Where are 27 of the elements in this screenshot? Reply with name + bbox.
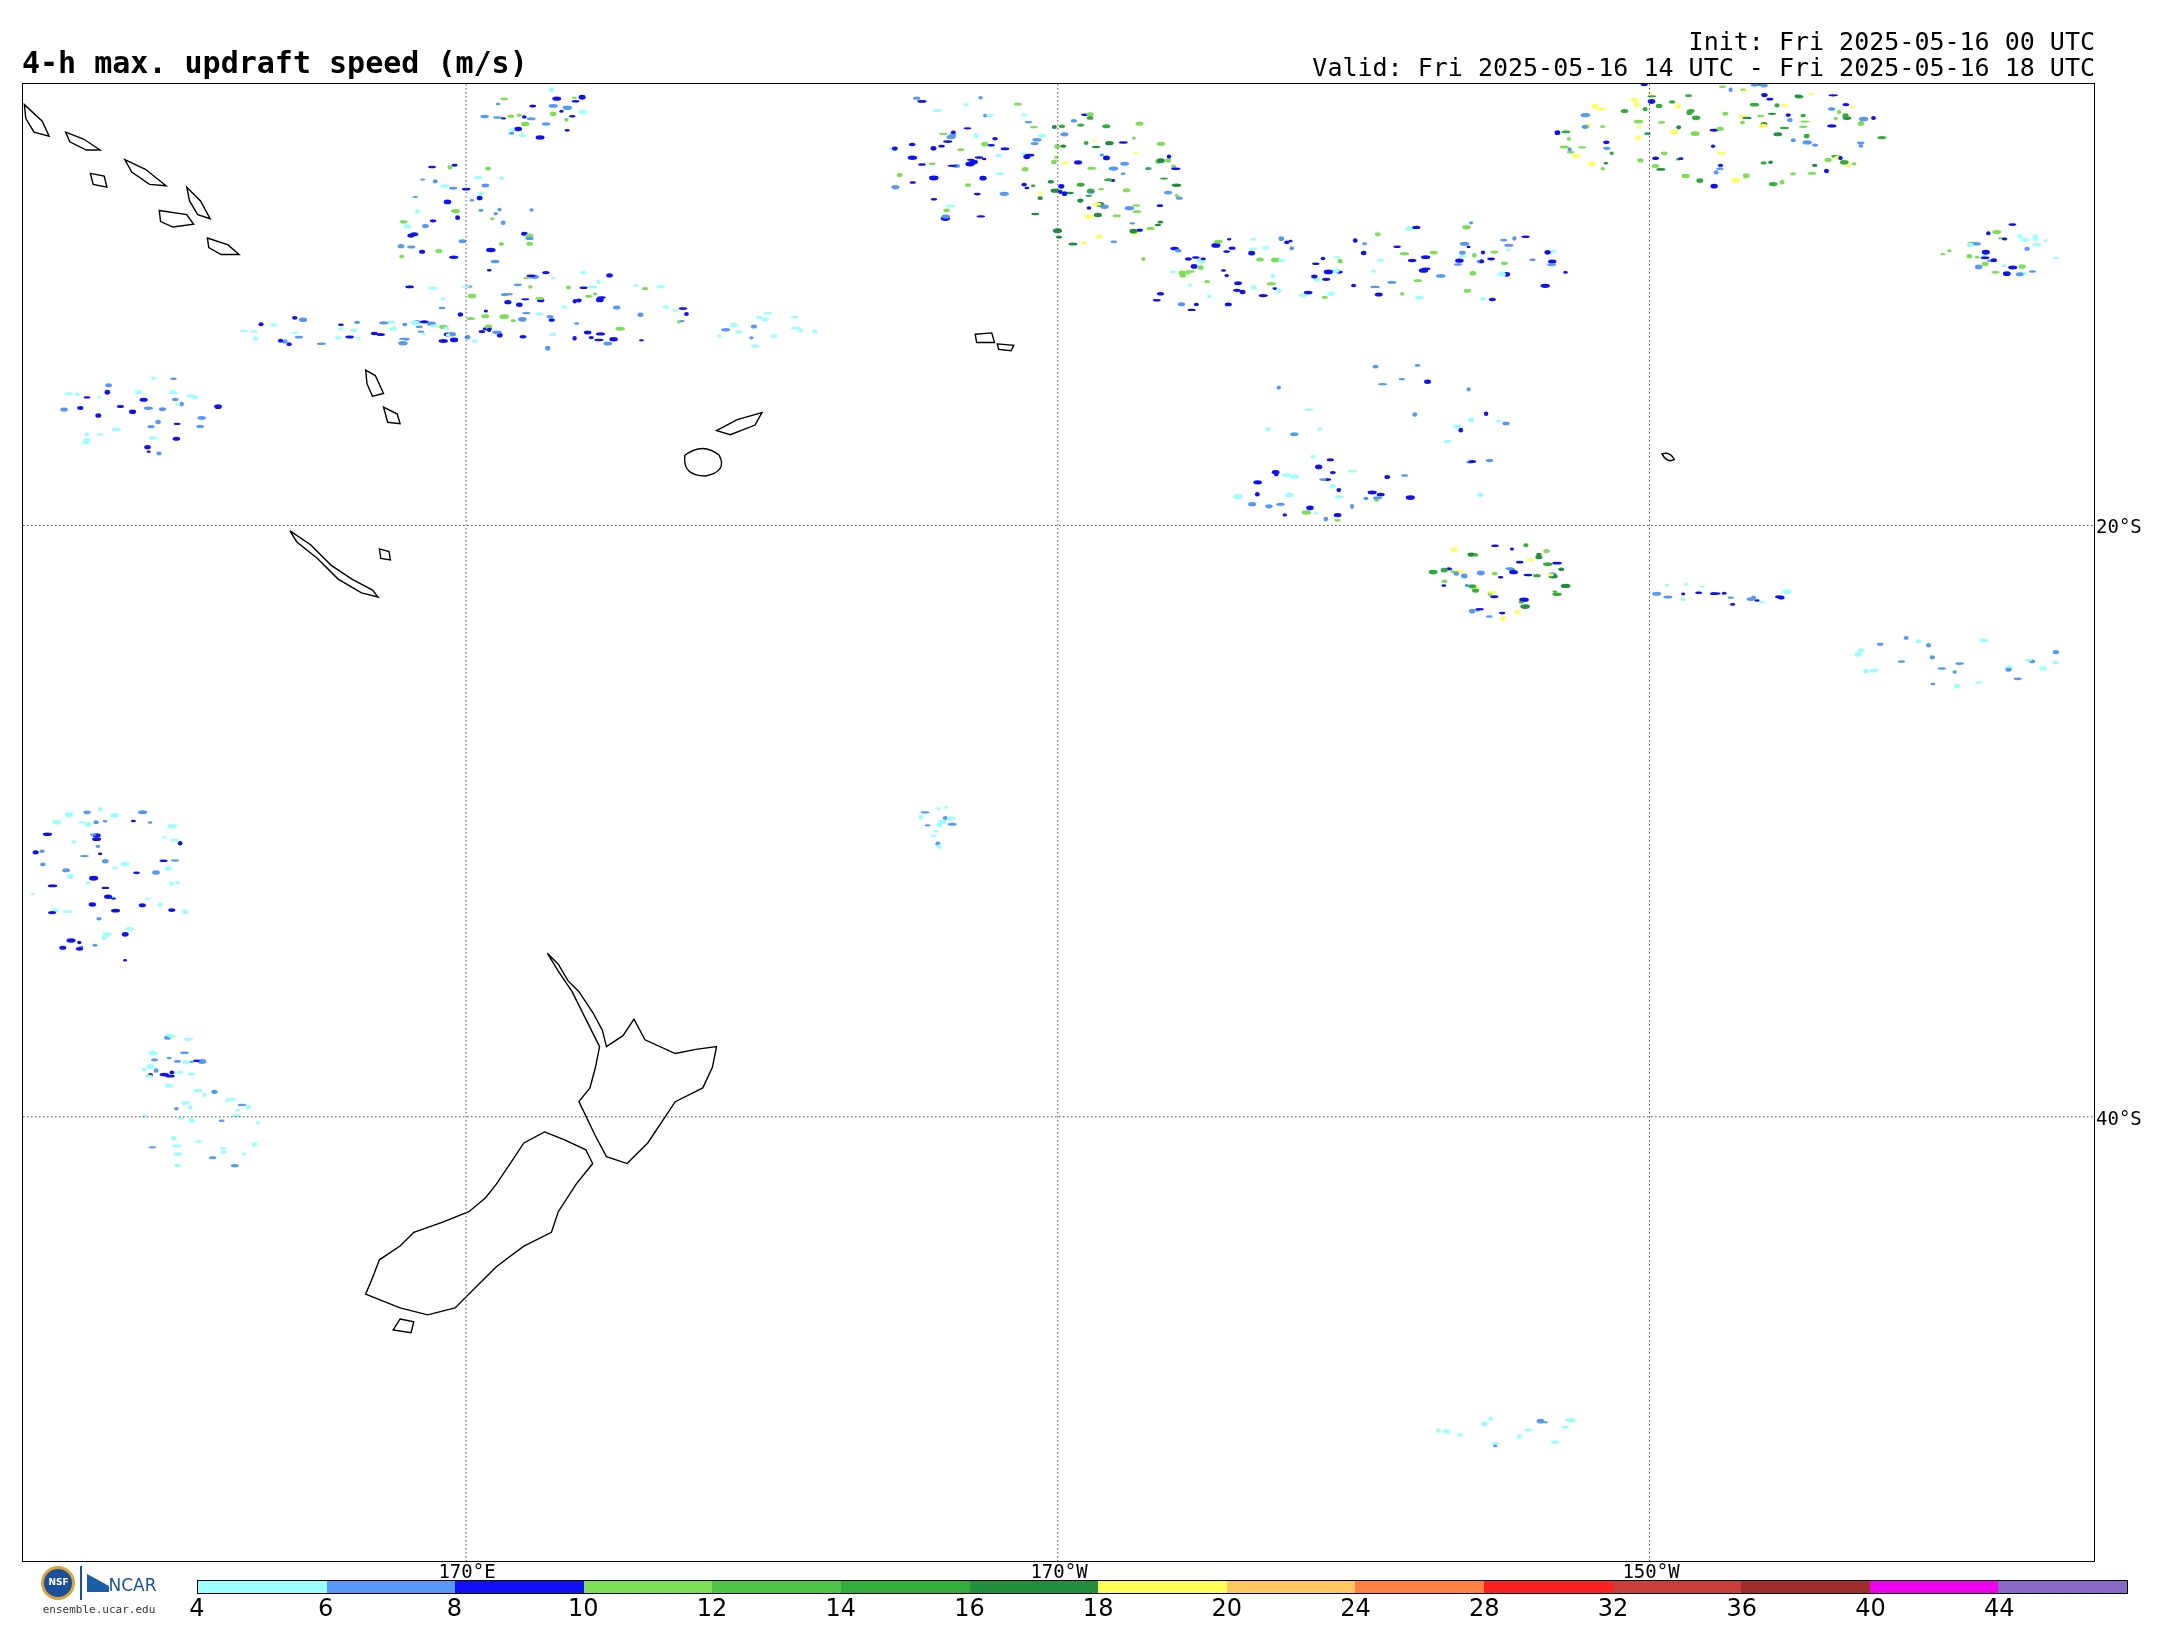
colorbar-label: 44 — [1984, 1596, 2015, 1620]
colorbar-label: 18 — [1082, 1596, 1114, 1620]
colorbar-label: 20 — [1211, 1596, 1243, 1620]
longitude-label: 170°E — [438, 1562, 496, 1581]
longitude-label: 170°W — [1030, 1562, 1088, 1581]
colorbar-label: 36 — [1726, 1596, 1758, 1620]
colorbar-label: 6 — [318, 1596, 334, 1620]
colorbar-label: 32 — [1597, 1596, 1629, 1620]
nsf-seal-logo: NSF — [41, 1566, 76, 1600]
chart-title: 4-h max. updraft speed (m/s) — [22, 48, 528, 82]
website-url: ensemble.ucar.edu — [42, 1602, 156, 1618]
init-time: Init: Fri 2025-05-16 00 UTC — [1688, 29, 2095, 55]
colorbar-label: 4 — [189, 1596, 205, 1620]
latitude-label: 20°S — [2096, 516, 2142, 536]
latitude-label: 40°S — [2096, 1108, 2142, 1128]
ncar-logo-text: NCAR — [108, 1574, 157, 1598]
longitude-label: 150°W — [1622, 1562, 1680, 1581]
colorbar-label: 14 — [825, 1596, 856, 1620]
colorbar-label: 16 — [954, 1596, 985, 1620]
colorbar-label: 28 — [1469, 1596, 1500, 1620]
colorbar-label: 8 — [446, 1596, 463, 1620]
colorbar-label: 10 — [567, 1596, 599, 1620]
valid-time: Valid: Fri 2025-05-16 14 UTC - Fri 2025-05-16 18 UTC — [1312, 55, 2095, 81]
colorbar-label: 40 — [1855, 1596, 1886, 1620]
colorbar-label: 12 — [696, 1596, 728, 1620]
colorbar-label: 24 — [1340, 1596, 1371, 1620]
swoosh-logo-icon — [87, 1574, 110, 1592]
